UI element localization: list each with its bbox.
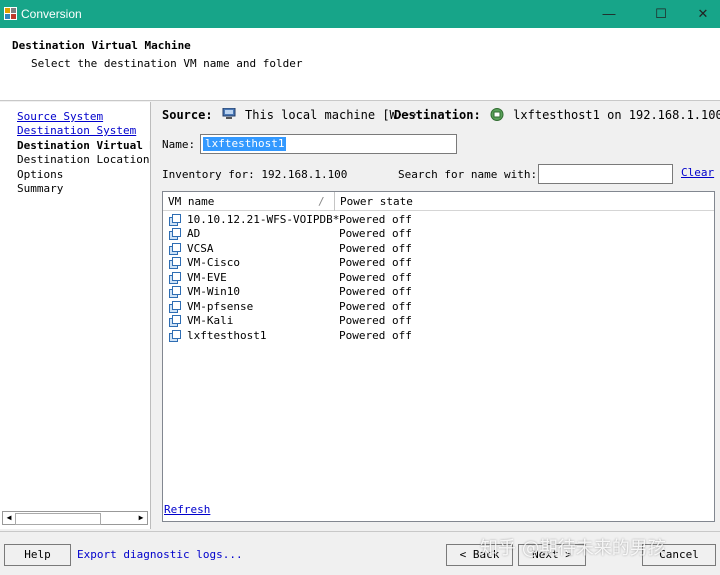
table-row[interactable]: 10.10.12.21-WFS-VOIPDB* Powered off bbox=[163, 213, 714, 227]
inventory-label: Inventory for: 192.168.1.100 bbox=[162, 168, 348, 181]
network-vm-icon bbox=[490, 108, 504, 121]
vm-name-value: lxftesthost1 bbox=[203, 137, 287, 151]
app-icon bbox=[4, 7, 17, 20]
vm-name-cell: 10.10.12.21-WFS-VOIPDB* bbox=[187, 213, 340, 226]
power-state-cell: Powered off bbox=[339, 227, 412, 240]
source-summary: Source: This local machine [W··· bbox=[162, 107, 419, 122]
help-button[interactable]: Help bbox=[4, 544, 71, 566]
page-subtitle: Select the destination VM name and folde… bbox=[31, 57, 303, 70]
vm-icon bbox=[169, 214, 181, 226]
close-button[interactable]: ✕ bbox=[681, 0, 720, 28]
search-label: Search for name with: bbox=[398, 168, 538, 181]
power-state-cell: Powered off bbox=[339, 285, 412, 298]
wizard-header: Destination Virtual Machine Select the d… bbox=[0, 28, 720, 101]
sort-indicator-icon: / bbox=[318, 195, 325, 208]
vm-icon bbox=[169, 315, 181, 327]
vm-icon bbox=[169, 286, 181, 298]
column-header-vm-name-label: VM name bbox=[168, 195, 215, 208]
minimize-button[interactable]: — bbox=[587, 0, 631, 28]
vm-icon bbox=[169, 228, 181, 240]
window-title: Conversion bbox=[21, 7, 82, 21]
destination-label: Destination: bbox=[394, 108, 481, 122]
nav-item-source-system[interactable]: Source System bbox=[17, 110, 103, 123]
search-input[interactable] bbox=[538, 164, 673, 184]
nav-item-destination-vm: Destination Virtual Machine bbox=[17, 139, 150, 152]
vm-name-cell: AD bbox=[187, 227, 201, 240]
name-label: Name: bbox=[162, 138, 196, 151]
nav-item-destination-system[interactable]: Destination System bbox=[17, 124, 136, 137]
table-row[interactable]: VM-Kali Powered off bbox=[163, 314, 714, 328]
power-state-cell: Powered off bbox=[339, 242, 412, 255]
power-state-cell: Powered off bbox=[339, 300, 412, 313]
vm-icon bbox=[169, 257, 181, 269]
wizard-nav: Source System Destination System Destina… bbox=[0, 102, 151, 529]
nav-item-summary: Summary bbox=[17, 182, 64, 195]
footer-divider bbox=[0, 531, 720, 532]
vm-name-cell: VM-EVE bbox=[187, 271, 227, 284]
clear-link[interactable]: Clear bbox=[681, 166, 714, 179]
page-title: Destination Virtual Machine bbox=[12, 39, 191, 52]
source-label: Source: bbox=[162, 108, 213, 122]
nav-item-options: Options bbox=[17, 168, 64, 181]
table-row[interactable]: lxftesthost1 Powered off bbox=[163, 329, 714, 343]
column-header-power-state[interactable]: Power state bbox=[335, 192, 714, 211]
vm-name-cell: VM-Kali bbox=[187, 314, 234, 327]
scroll-right-icon[interactable]: ▶ bbox=[135, 512, 147, 524]
title-bar: Conversion — ☐ ✕ bbox=[0, 0, 720, 28]
refresh-link[interactable]: Refresh bbox=[164, 503, 210, 516]
scroll-left-icon[interactable]: ◀ bbox=[3, 512, 15, 524]
watermark: 知乎 @期待未来的男孩 bbox=[480, 538, 666, 559]
destination-summary: Destination: lxftesthost1 on 192.168.1.1… bbox=[394, 108, 720, 122]
power-state-cell: Powered off bbox=[339, 256, 412, 269]
power-state-cell: Powered off bbox=[339, 314, 412, 327]
power-state-cell: Powered off bbox=[339, 329, 412, 342]
vm-icon bbox=[169, 243, 181, 255]
vm-icon bbox=[169, 272, 181, 284]
vm-name-input[interactable]: lxftesthost1 bbox=[200, 134, 457, 154]
export-logs-link[interactable]: Export diagnostic logs... bbox=[77, 548, 243, 561]
vm-name-cell: VM-pfsense bbox=[187, 300, 254, 313]
power-state-cell: Powered off bbox=[339, 213, 412, 226]
vm-name-cell: lxftesthost1 bbox=[187, 329, 267, 342]
table-row[interactable]: VCSA Powered off bbox=[163, 242, 714, 256]
column-header-vm-name[interactable]: VM name / bbox=[163, 192, 335, 211]
scroll-thumb[interactable] bbox=[15, 513, 101, 525]
table-row[interactable]: VM-pfsense Powered off bbox=[163, 300, 714, 314]
power-state-cell: Powered off bbox=[339, 271, 412, 284]
vm-icon bbox=[169, 301, 181, 313]
table-row[interactable]: VM-Win10 Powered off bbox=[163, 285, 714, 299]
nav-item-destination-location: Destination Location bbox=[17, 153, 150, 166]
table-row[interactable]: VM-EVE Powered off bbox=[163, 271, 714, 285]
nav-horizontal-scrollbar[interactable]: ◀ ▶ bbox=[2, 511, 148, 525]
source-value: This local machine [W··· bbox=[245, 108, 419, 122]
destination-value: lxftesthost1 on 192.168.1.100 ··· bbox=[513, 108, 720, 122]
vm-name-cell: VCSA bbox=[187, 242, 214, 255]
vm-name-cell: VM-Win10 bbox=[187, 285, 240, 298]
computer-icon bbox=[222, 107, 236, 119]
maximize-button[interactable]: ☐ bbox=[639, 0, 683, 28]
vm-icon bbox=[169, 330, 181, 342]
table-row[interactable]: AD Powered off bbox=[163, 227, 714, 241]
vm-list[interactable]: VM name / Power state 10.10.12.21-WFS-VO… bbox=[162, 191, 715, 522]
vm-name-cell: VM-Cisco bbox=[187, 256, 240, 269]
table-row[interactable]: VM-Cisco Powered off bbox=[163, 256, 714, 270]
column-header-power-state-label: Power state bbox=[340, 195, 413, 208]
